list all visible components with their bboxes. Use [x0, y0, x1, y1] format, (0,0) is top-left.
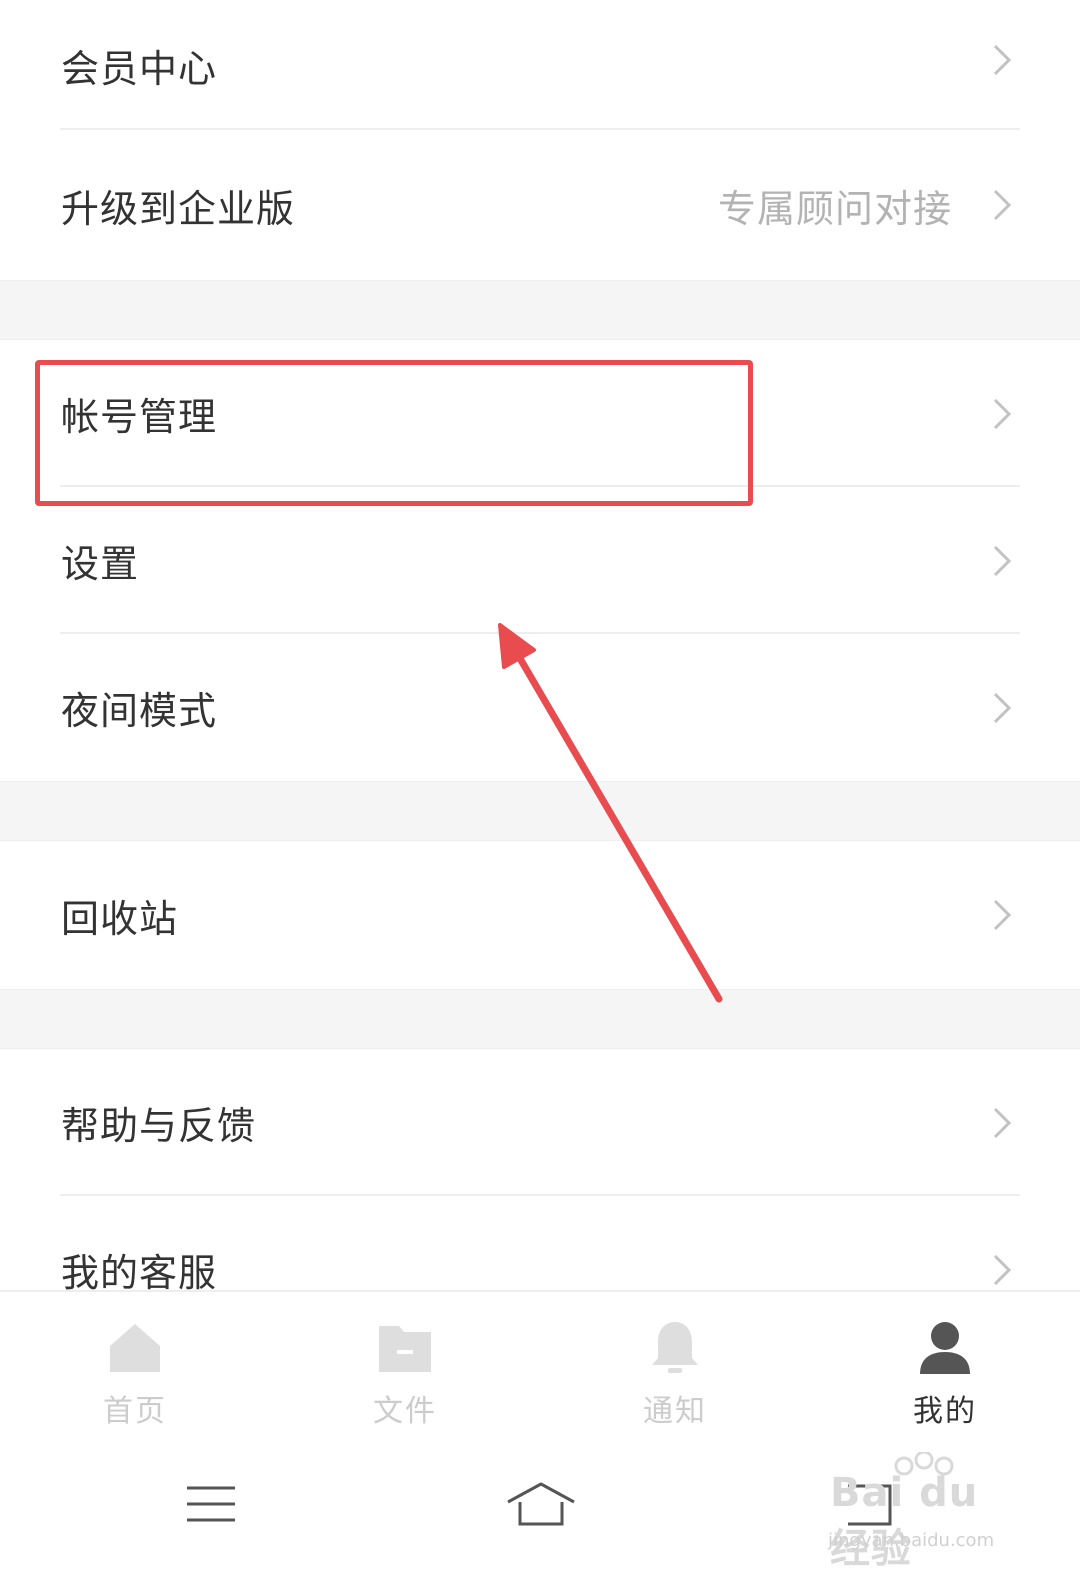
menu-item-recycle-bin[interactable]: 回收站 [0, 841, 1080, 989]
menu-item-account-management[interactable]: 帐号管理 [0, 340, 1080, 487]
tab-mine[interactable]: 我的 [810, 1292, 1080, 1452]
tab-home[interactable]: 首页 [0, 1292, 270, 1452]
tab-files[interactable]: 文件 [270, 1292, 540, 1452]
menu-item-label: 会员中心 [61, 46, 218, 91]
group-separator [0, 781, 1080, 841]
menu-item-value: 专属顾问对接 [717, 186, 952, 231]
menu-item-label: 我的客服 [61, 1251, 218, 1295]
tab-label: 我的 [913, 1394, 977, 1429]
user-icon [920, 1322, 970, 1374]
group-separator [0, 989, 1080, 1049]
bottom-tab-bar: 首页 文件 通知 我的 [0, 1290, 1080, 1452]
menu-item-label: 帐号管理 [61, 395, 218, 439]
menu-item-label: 升级到企业版 [61, 186, 296, 231]
tab-label: 通知 [643, 1394, 707, 1429]
settings-menu: 会员中心 升级到企业版 专属顾问对接 帐号管理 设置 夜间模式 回收站 帮助与反… [0, 0, 1080, 1343]
menu-item-label: 帮助与反馈 [61, 1104, 257, 1148]
chevron-right-icon [993, 398, 1012, 429]
chevron-right-icon [993, 44, 1012, 76]
menu-item-settings[interactable]: 设置 [0, 487, 1080, 634]
chevron-right-icon [993, 1254, 1012, 1285]
home-icon [110, 1324, 160, 1372]
tab-label: 首页 [103, 1394, 167, 1429]
tab-label: 文件 [373, 1394, 437, 1429]
folder-icon [379, 1326, 431, 1372]
group-separator [0, 280, 1080, 340]
home-outline-icon[interactable] [505, 1480, 577, 1528]
menu-item-label: 设置 [61, 542, 140, 586]
menu-item-vip-center[interactable]: 会员中心 [0, 0, 1080, 130]
system-nav-bar [0, 1450, 1080, 1568]
bell-icon [652, 1322, 698, 1373]
chevron-right-icon [993, 1107, 1012, 1138]
chevron-right-icon [993, 899, 1012, 931]
chevron-right-icon [993, 189, 1012, 221]
menu-icon[interactable] [185, 1484, 237, 1524]
menu-item-help-feedback[interactable]: 帮助与反馈 [0, 1049, 1080, 1196]
chevron-right-icon [993, 692, 1012, 723]
tab-notifications[interactable]: 通知 [540, 1292, 810, 1452]
menu-item-upgrade-enterprise[interactable]: 升级到企业版 专属顾问对接 [0, 130, 1080, 280]
back-icon[interactable] [838, 1480, 898, 1530]
menu-item-label: 夜间模式 [61, 689, 218, 733]
menu-item-label: 回收站 [61, 896, 179, 941]
menu-item-night-mode[interactable]: 夜间模式 [0, 634, 1080, 781]
chevron-right-icon [993, 545, 1012, 576]
